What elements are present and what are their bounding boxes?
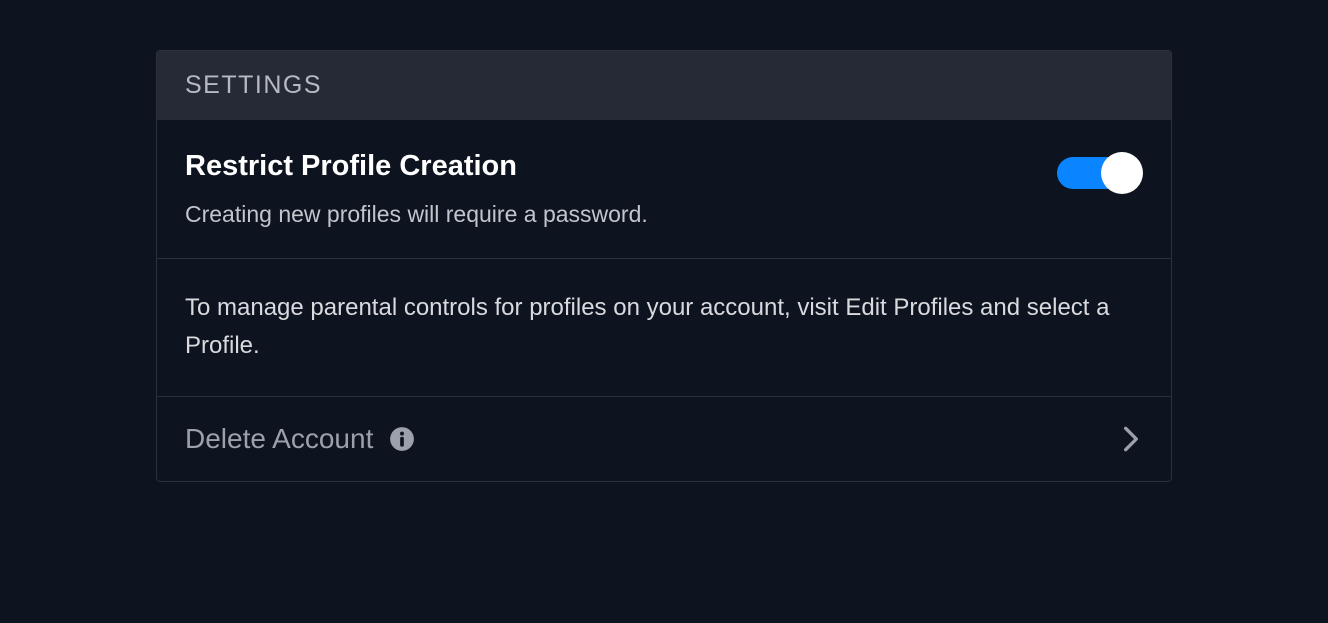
parental-controls-section: To manage parental controls for profiles… <box>157 259 1171 397</box>
parental-info-text: To manage parental controls for profiles… <box>185 289 1143 366</box>
toggle-knob <box>1101 152 1143 194</box>
panel-header: SETTINGS <box>157 51 1171 120</box>
restrict-content: Restrict Profile Creation Creating new p… <box>185 150 1037 228</box>
restrict-description: Creating new profiles will require a pas… <box>185 201 1037 228</box>
panel-title: SETTINGS <box>185 71 1143 100</box>
delete-account-label: Delete Account <box>185 423 373 455</box>
settings-panel: SETTINGS Restrict Profile Creation Creat… <box>156 50 1172 482</box>
restrict-profile-section: Restrict Profile Creation Creating new p… <box>157 120 1171 259</box>
chevron-right-icon <box>1119 427 1143 451</box>
restrict-title: Restrict Profile Creation <box>185 150 1037 183</box>
delete-content: Delete Account <box>185 423 415 455</box>
info-icon[interactable] <box>389 426 415 452</box>
restrict-toggle[interactable] <box>1057 152 1143 194</box>
toggle-container <box>1057 152 1143 194</box>
delete-account-row[interactable]: Delete Account <box>157 397 1171 481</box>
